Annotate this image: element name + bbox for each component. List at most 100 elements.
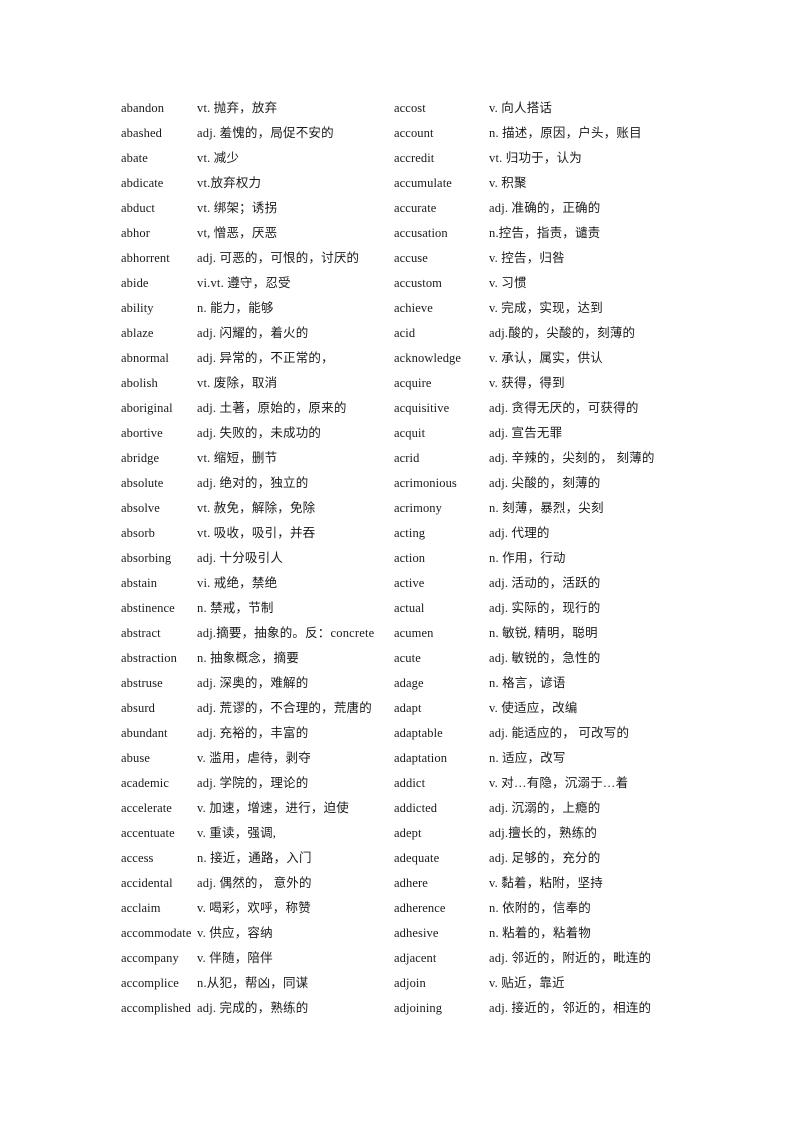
entry-definition: adj. 能适应的， 可改写的 bbox=[489, 726, 630, 740]
vocabulary-entry: ablaze adj. 闪耀的，着火的 bbox=[121, 321, 394, 346]
entry-word: abashed bbox=[121, 126, 162, 140]
vocabulary-entry: adage n. 格言，谚语 bbox=[394, 671, 793, 696]
vocabulary-entry: absolve vt. 赦免，解除，免除 bbox=[121, 496, 394, 521]
vocabulary-entry: addicted adj. 沉溺的，上瘾的 bbox=[394, 796, 793, 821]
entry-definition: n. 抽象概念，摘要 bbox=[197, 651, 300, 665]
vocabulary-entry: accidental adj. 偶然的， 意外的 bbox=[121, 871, 394, 896]
vocabulary-entry: abstinence n. 禁戒，节制 bbox=[121, 596, 394, 621]
entry-definition: vi. 戒绝，禁绝 bbox=[197, 576, 278, 590]
vocabulary-entry: abhorrent adj. 可恶的，可恨的，讨厌的 bbox=[121, 246, 394, 271]
vocabulary-entry: accomplice n.从犯，帮凶，同谋 bbox=[121, 971, 394, 996]
vocabulary-entry: acquit adj. 宣告无罪 bbox=[394, 421, 793, 446]
entry-definition: n.从犯，帮凶，同谋 bbox=[197, 976, 309, 990]
word-list-body: abandon vt. 抛弃，放弃 abashed adj. 羞愧的，局促不安的 aba… bbox=[121, 96, 793, 1021]
entry-definition: vt. 抛弃，放弃 bbox=[197, 101, 278, 115]
entry-definition: v. 黏着，粘附，坚持 bbox=[489, 876, 603, 890]
entry-word: actual bbox=[394, 601, 425, 615]
entry-definition: n. 作用，行动 bbox=[489, 551, 566, 565]
entry-definition: v. 积聚 bbox=[489, 176, 527, 190]
entry-word: abduct bbox=[121, 201, 155, 215]
vocabulary-entry: accommodate v. 供应，容纳 bbox=[121, 921, 394, 946]
vocabulary-entry: adjoining adj. 接近的，邻近的，相连的 bbox=[394, 996, 793, 1021]
entry-word: acrimony bbox=[394, 501, 443, 515]
entry-definition: adj. 可恶的，可恨的，讨厌的 bbox=[197, 251, 360, 265]
entry-word: abstain bbox=[121, 576, 158, 590]
entry-word: adjoin bbox=[394, 976, 426, 990]
entry-word: adherence bbox=[394, 901, 446, 915]
entry-word: abolish bbox=[121, 376, 158, 390]
vocabulary-entry: abhor vt, 憎恶，厌恶 bbox=[121, 221, 394, 246]
entry-word: acrimonious bbox=[394, 476, 457, 490]
vocabulary-entry: abstract adj.摘要，抽象的。反：concrete bbox=[121, 621, 394, 646]
vocabulary-entry: accost v. 向人搭话 bbox=[394, 96, 793, 121]
vocabulary-entry: accumulate v. 积聚 bbox=[394, 171, 793, 196]
entry-word: adhesive bbox=[394, 926, 439, 940]
vocabulary-entry: accentuate v. 重读，强调, bbox=[121, 821, 394, 846]
entry-definition: vi.vt. 遵守，忍受 bbox=[197, 276, 291, 290]
entry-word: acknowledge bbox=[394, 351, 462, 365]
entry-word: absorbing bbox=[121, 551, 172, 565]
vocabulary-entry: adherence n. 依附的，信奉的 bbox=[394, 896, 793, 921]
entry-definition: adj. 邻近的，附近的，毗连的 bbox=[489, 951, 652, 965]
vocabulary-entry: achieve v. 完成，实现，达到 bbox=[394, 296, 793, 321]
document-page: abandon vt. 抛弃，放弃 abashed adj. 羞愧的，局促不安的 aba… bbox=[0, 0, 793, 1122]
vocabulary-entry: acclaim v. 喝彩，欢呼，称赞 bbox=[121, 896, 394, 921]
entry-definition: v. 获得，得到 bbox=[489, 376, 565, 390]
entry-definition: n. 描述，原因，户头，账目 bbox=[489, 126, 642, 140]
entry-word: abridge bbox=[121, 451, 160, 465]
entry-word: acute bbox=[394, 651, 421, 665]
entry-word: accurate bbox=[394, 201, 437, 215]
entry-definition: adj. 荒谬的，不合理的，荒唐的 bbox=[197, 701, 372, 715]
entry-word: abandon bbox=[121, 101, 165, 115]
entry-word: active bbox=[394, 576, 425, 590]
vocabulary-entry: abuse v. 滥用，虐待，剥夺 bbox=[121, 746, 394, 771]
vocabulary-entry: absurd adj. 荒谬的，不合理的，荒唐的 bbox=[121, 696, 394, 721]
vocabulary-entry: abortive adj. 失败的，未成功的 bbox=[121, 421, 394, 446]
entry-word: absorb bbox=[121, 526, 155, 540]
vocabulary-entry: academic adj. 学院的，理论的 bbox=[121, 771, 394, 796]
vocabulary-entry: abstain vi. 戒绝，禁绝 bbox=[121, 571, 394, 596]
vocabulary-entry: adhere v. 黏着，粘附，坚持 bbox=[394, 871, 793, 896]
vocabulary-entry: accurate adj. 准确的，正确的 bbox=[394, 196, 793, 221]
entry-definition: adj.擅长的，熟练的 bbox=[489, 826, 598, 840]
entry-word: acclaim bbox=[121, 901, 161, 915]
entry-word: accidental bbox=[121, 876, 173, 890]
entry-word: accuse bbox=[394, 251, 428, 265]
entry-definition: vt. 赦免，解除，免除 bbox=[197, 501, 316, 515]
entry-word: absolute bbox=[121, 476, 164, 490]
entry-definition: vt. 减少 bbox=[197, 151, 240, 165]
entry-word: account bbox=[394, 126, 434, 140]
entry-word: ablaze bbox=[121, 326, 154, 340]
entry-word: adage bbox=[394, 676, 424, 690]
two-column-layout: abandon vt. 抛弃，放弃 abashed adj. 羞愧的，局促不安的 aba… bbox=[121, 96, 793, 1021]
entry-word: acrid bbox=[394, 451, 420, 465]
entry-word: adequate bbox=[394, 851, 440, 865]
entry-word: abundant bbox=[121, 726, 168, 740]
vocabulary-entry: accuse v. 控告，归咎 bbox=[394, 246, 793, 271]
entry-definition: adj. 敏锐的，急性的 bbox=[489, 651, 601, 665]
vocabulary-entry: abide vi.vt. 遵守，忍受 bbox=[121, 271, 394, 296]
entry-definition: vt. 废除，取消 bbox=[197, 376, 278, 390]
entry-definition: v. 向人搭话 bbox=[489, 101, 553, 115]
entry-definition: adj. 闪耀的，着火的 bbox=[197, 326, 309, 340]
entry-definition: adj. 偶然的， 意外的 bbox=[197, 876, 312, 890]
entry-definition: adj. 宣告无罪 bbox=[489, 426, 563, 440]
entry-word: addict bbox=[394, 776, 426, 790]
entry-definition: n. 禁戒，节制 bbox=[197, 601, 274, 615]
vocabulary-entry: account n. 描述，原因，户头，账目 bbox=[394, 121, 793, 146]
vocabulary-entry: access n. 接近，通路，入门 bbox=[121, 846, 394, 871]
entry-definition: adj. 辛辣的，尖刻的， 刻薄的 bbox=[489, 451, 655, 465]
entry-word: accumulate bbox=[394, 176, 452, 190]
entry-definition: adj. 学院的，理论的 bbox=[197, 776, 309, 790]
entry-definition: adj.摘要，抽象的。反：concrete bbox=[197, 626, 375, 640]
entry-definition: adj. 异常的，不正常的， bbox=[197, 351, 334, 365]
entry-word: adaptation bbox=[394, 751, 448, 765]
entry-word: accompany bbox=[121, 951, 179, 965]
entry-word: abuse bbox=[121, 751, 150, 765]
entry-definition: v. 控告，归咎 bbox=[489, 251, 565, 265]
vocabulary-entry: acumen n. 敏锐, 精明，聪明 bbox=[394, 621, 793, 646]
entry-definition: adj. 失败的，未成功的 bbox=[197, 426, 322, 440]
entry-definition: adj. 完成的，熟练的 bbox=[197, 1001, 309, 1015]
entry-definition: adj. 代理的 bbox=[489, 526, 550, 540]
entry-word: access bbox=[121, 851, 154, 865]
